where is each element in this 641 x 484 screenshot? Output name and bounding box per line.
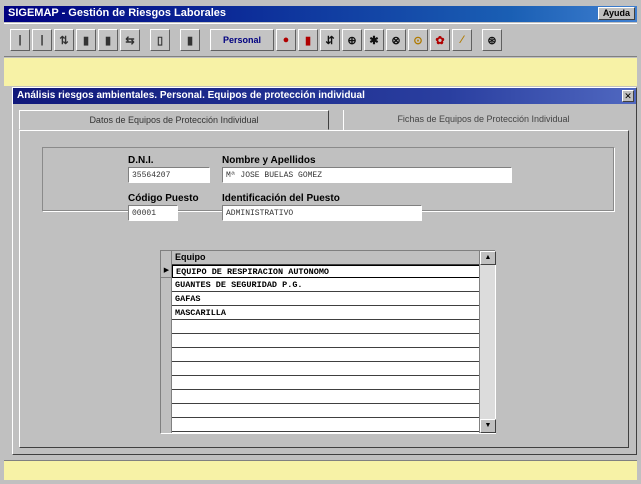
toolbar-button-red-2[interactable]: ▮ <box>298 29 318 51</box>
toolbar-button-pen[interactable]: ⁄ <box>452 29 472 51</box>
toolbar-button-globe[interactable]: ⊕ <box>342 29 362 51</box>
table-row[interactable] <box>172 405 480 418</box>
dni-field[interactable]: 35564207 <box>128 167 210 183</box>
dni-label: D.N.I. <box>128 155 154 166</box>
table-row[interactable]: GAFAS <box>172 293 480 306</box>
table-scrollbar[interactable]: ▲ ▼ <box>479 251 496 433</box>
toolbar-button-4[interactable]: ▮ <box>76 29 96 51</box>
column-header-equipo[interactable]: Equipo <box>172 251 480 265</box>
app-window: SIGEMAP - Gestión de Riesgos Laborales A… <box>0 0 641 484</box>
toolbar-button-grid[interactable]: ▮ <box>180 29 200 51</box>
personal-button[interactable]: Personal <box>210 29 274 51</box>
table-row[interactable]: MASCARILLA <box>172 307 480 320</box>
table-row[interactable] <box>172 335 480 348</box>
toolbar-button-red-1[interactable]: ● <box>276 29 296 51</box>
toolbar-button-helmet[interactable]: ⊙ <box>408 29 428 51</box>
scroll-up-icon[interactable]: ▲ <box>480 251 496 265</box>
table-row[interactable] <box>172 349 480 362</box>
scroll-down-icon[interactable]: ▼ <box>480 419 496 433</box>
toolbar-button-sort[interactable]: ⇅ <box>54 29 74 51</box>
toolbar-button-gear[interactable]: ✱ <box>364 29 384 51</box>
window-title: SIGEMAP - Gestión de Riesgos Laborales <box>8 7 227 19</box>
name-label: Nombre y Apellidos <box>222 155 316 166</box>
epi-window: Análisis riesgos ambientales. Personal. … <box>12 87 637 455</box>
row-selector-arrow[interactable]: ▶ <box>161 265 172 278</box>
toolbar-button-document[interactable]: ▯ <box>150 29 170 51</box>
ident-puesto-label: Identificación del Puesto <box>222 193 340 204</box>
info-band <box>4 58 637 86</box>
status-bar <box>4 460 637 480</box>
toolbar: | | ⇅ ▮ ▮ ⇆ ▯ ▮ Personal ● ▮ ⇵ ⊕ ✱ ⊗ ⊙ ✿… <box>4 23 637 57</box>
table-row[interactable] <box>172 377 480 390</box>
table-row[interactable]: GUANTES DE SEGURIDAD P.G. <box>172 279 480 292</box>
toolbar-button-arrows[interactable]: ⇵ <box>320 29 340 51</box>
toolbar-button-flower[interactable]: ✿ <box>430 29 450 51</box>
row-indicator-column <box>161 251 172 433</box>
toolbar-button-transfer[interactable]: ⇆ <box>120 29 140 51</box>
tab-fichas-epi[interactable]: Fichas de Equipos de Protección Individu… <box>343 110 623 130</box>
ident-puesto-field[interactable]: ADMINISTRATIVO <box>222 205 422 221</box>
codigo-puesto-field[interactable]: 00001 <box>128 205 178 221</box>
toolbar-button-2[interactable]: | <box>32 29 52 51</box>
help-button[interactable]: Ayuda <box>597 7 635 20</box>
toolbar-button-exit[interactable]: ⊛ <box>482 29 502 51</box>
title-bar: SIGEMAP - Gestión de Riesgos Laborales A… <box>4 6 637 22</box>
table-row[interactable] <box>172 391 480 404</box>
codigo-puesto-label: Código Puesto <box>128 193 199 204</box>
epi-window-title: Análisis riesgos ambientales. Personal. … <box>13 88 636 104</box>
toolbar-button-1[interactable]: | <box>10 29 30 51</box>
name-field[interactable]: Mª JOSE BUELAS GOMEZ <box>222 167 512 183</box>
table-row[interactable] <box>172 363 480 376</box>
toolbar-button-5[interactable]: ▮ <box>98 29 118 51</box>
table-row[interactable] <box>172 419 480 432</box>
tab-panel: D.N.I. 35564207 Nombre y Apellidos Mª JO… <box>19 130 629 448</box>
equipos-table: Equipo ▶ EQUIPO DE RESPIRACION AUTONOMO … <box>160 250 496 434</box>
toolbar-button-wheel[interactable]: ⊗ <box>386 29 406 51</box>
table-row[interactable]: EQUIPO DE RESPIRACION AUTONOMO <box>172 265 480 278</box>
table-row[interactable] <box>172 321 480 334</box>
tab-datos-epi[interactable]: Datos de Equipos de Protección Individua… <box>19 110 329 130</box>
close-icon[interactable]: ✕ <box>622 90 634 102</box>
